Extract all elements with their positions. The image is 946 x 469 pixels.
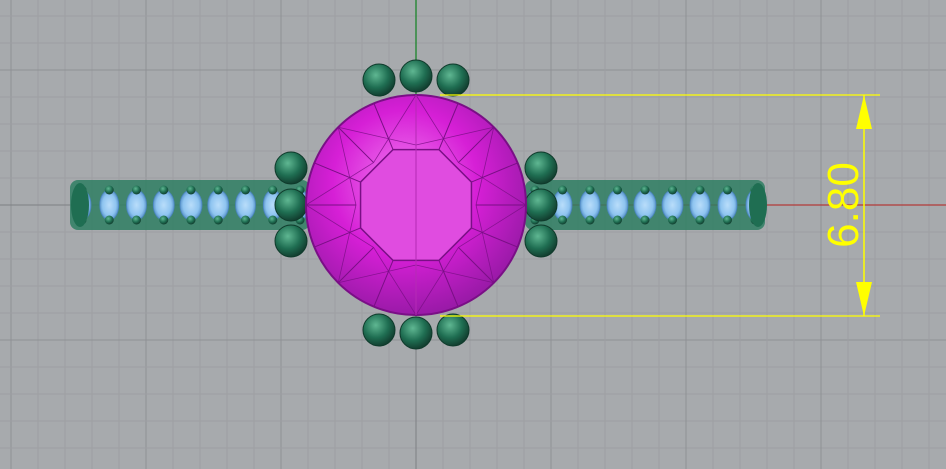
band-end-right bbox=[749, 183, 767, 227]
prong[interactable] bbox=[362, 63, 396, 97]
band-bead bbox=[104, 185, 114, 195]
prong[interactable] bbox=[524, 151, 558, 185]
band-bead bbox=[723, 185, 732, 195]
band-bead bbox=[268, 215, 278, 225]
band-bead bbox=[213, 185, 223, 195]
prong[interactable] bbox=[274, 188, 308, 222]
band-bead bbox=[159, 215, 169, 225]
prong[interactable] bbox=[399, 316, 433, 350]
band-bead bbox=[613, 215, 622, 225]
band-bead bbox=[668, 185, 677, 195]
viewport-canvas[interactable]: 6.80 bbox=[0, 0, 946, 469]
band-end-left bbox=[71, 183, 89, 227]
band-bead bbox=[640, 185, 650, 195]
band-bead bbox=[723, 215, 732, 225]
band-bead bbox=[695, 185, 705, 195]
band-bead bbox=[132, 215, 141, 225]
prong[interactable] bbox=[524, 224, 558, 258]
band-bead bbox=[241, 215, 250, 225]
band-bead bbox=[268, 185, 278, 195]
prong[interactable] bbox=[436, 313, 470, 347]
band-bead bbox=[558, 185, 567, 195]
dimension-arrow-bottom bbox=[856, 282, 872, 316]
band-bead bbox=[613, 185, 622, 195]
prong[interactable] bbox=[274, 224, 308, 258]
band-bead bbox=[159, 185, 169, 195]
band-bead bbox=[585, 185, 595, 195]
prong[interactable] bbox=[274, 151, 308, 185]
prong[interactable] bbox=[524, 188, 558, 222]
band-bead bbox=[668, 215, 677, 225]
center-stone[interactable] bbox=[305, 94, 527, 316]
band-bead bbox=[132, 185, 141, 195]
band-bead bbox=[241, 185, 250, 195]
prong[interactable] bbox=[362, 313, 396, 347]
dimension-value: 6.80 bbox=[819, 162, 868, 248]
prong[interactable] bbox=[399, 59, 433, 93]
band-bead bbox=[695, 215, 705, 225]
band-bead bbox=[558, 215, 567, 225]
band-bead bbox=[186, 185, 196, 195]
band-bead bbox=[585, 215, 595, 225]
band-bead bbox=[213, 215, 223, 225]
viewport-top[interactable]: 6.80 bbox=[0, 0, 946, 469]
band-bead bbox=[640, 215, 650, 225]
prong[interactable] bbox=[436, 63, 470, 97]
dimension-arrow-top bbox=[856, 95, 872, 129]
band-bead bbox=[186, 215, 196, 225]
band-bead bbox=[104, 215, 114, 225]
